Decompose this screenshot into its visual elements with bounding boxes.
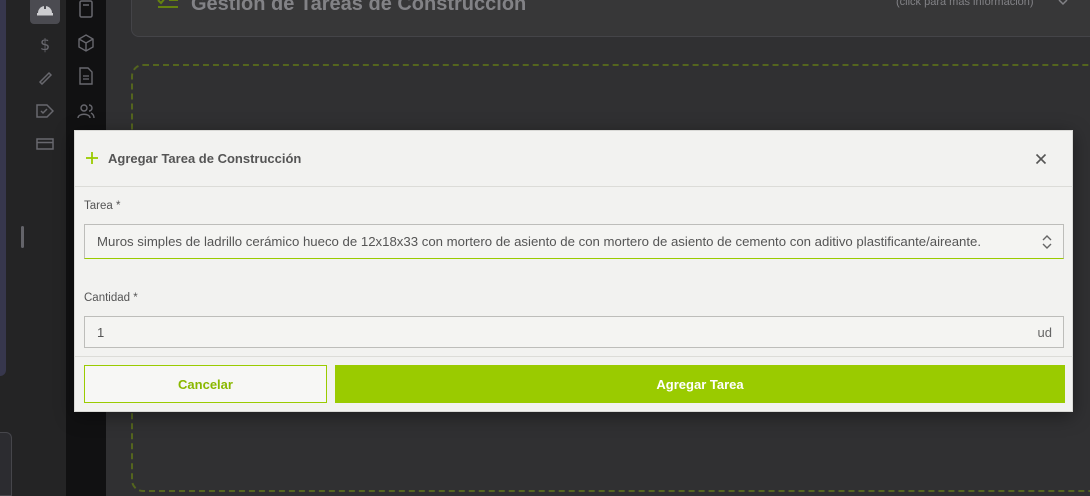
dialog-header: Agregar Tarea de Construcción — [75, 131, 1072, 187]
add-task-button[interactable]: Agregar Tarea — [335, 365, 1065, 403]
chevron-updown-icon — [1041, 234, 1053, 250]
plus-icon — [85, 151, 99, 165]
dialog-footer-divider — [75, 356, 1072, 357]
quantity-field-label: Cantidad * — [84, 292, 138, 304]
quantity-unit: ud — [1037, 325, 1052, 340]
close-icon[interactable] — [1033, 151, 1049, 167]
task-select-value: Muros simples de ladrillo cerámico hueco… — [97, 234, 982, 249]
add-task-dialog: Agregar Tarea de Construcción Tarea * Mu… — [74, 130, 1073, 412]
cancel-button[interactable]: Cancelar — [84, 365, 327, 403]
task-select[interactable]: Muros simples de ladrillo cerámico hueco… — [84, 224, 1064, 259]
quantity-input[interactable]: 1 ud — [84, 316, 1064, 348]
quantity-value: 1 — [97, 324, 105, 340]
dialog-title: Agregar Tarea de Construcción — [108, 151, 302, 166]
task-field-label: Tarea * — [84, 200, 121, 212]
